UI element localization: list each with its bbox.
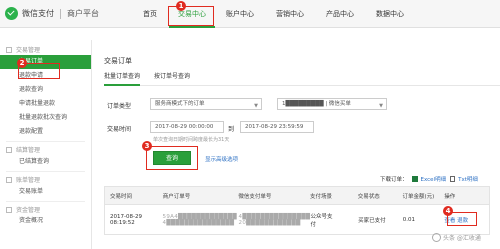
trade-manage-icon [6,46,12,53]
sidebar-divider [6,141,85,142]
download-excel-link[interactable]: Excel明细 [421,175,447,183]
sidebar-group-bill: 账单管理 [0,174,91,185]
nav-account-center[interactable]: 账户中心 [215,0,265,28]
merchant-value: 1█████████ | 微信买单 [282,101,351,107]
cell-wechat-order-no: 4███████████████ 20████████████ [234,205,310,234]
cell-merchant-order-no: 59A4█████████████ 4███████████████ [158,205,237,234]
page-title: 交易订单 [104,57,132,65]
watermark-text: 头条 @汇收通 [443,235,481,242]
brand-separator [60,8,61,19]
toutiao-icon [432,233,441,242]
step-badge-1: 1 [176,1,186,11]
cell-amount: 0.01 [402,216,416,223]
sidebar-item-refund-query[interactable]: 退款查询 [0,83,91,97]
table-row[interactable]: 2017-08-29 08:19:52 59A4█████████████ 4█… [104,205,490,235]
txt-icon [450,176,456,182]
col-header: 微信支付单号 [238,193,272,200]
col-header: 支付场景 [309,193,332,200]
sidebar-item-batch-refund[interactable]: 申请批量退款 [0,97,91,111]
trade-clock: 08:19:52 [110,219,135,226]
order-no-line: 4███████████████ [162,219,235,226]
chevron-down-icon: ▼ [379,103,383,109]
sidebar-item-trade-bill[interactable]: 交易账单 [0,185,91,199]
col-header: 订单金额(元) [402,193,435,200]
sidebar-group-label: 资金管理 [16,207,41,214]
time-range-hint: 单次查询日期时间跨度最长为31天 [153,137,230,143]
nav-marketing-center[interactable]: 营销中心 [265,0,315,28]
merchant-select[interactable]: 1█████████ | 微信买单 ▼ [277,98,387,110]
sidebar-group-settlement: 结算管理 [0,144,91,155]
funds-icon [6,206,12,213]
brand-logo[interactable]: 微信支付 商户平台 [5,7,99,20]
advanced-options-link[interactable]: 显示高级选项 [205,155,238,163]
sidebar-group-label: 账单管理 [16,177,41,184]
sidebar-item-refund-config[interactable]: 退款配置 [0,125,91,139]
settlement-icon [6,146,12,153]
wx-no-line: 20████████████ [238,219,301,226]
order-type-value: 服务商模式下的订单 [155,101,205,107]
highlight-box-query [146,146,198,170]
sidebar-item-batch-refund-query[interactable]: 批量退款批次查询 [0,111,91,125]
col-header: 交易状态 [357,193,380,200]
col-header: 交易时间 [110,193,133,200]
brand-name: 微信支付 [22,9,54,18]
chevron-down-icon: ▼ [254,103,258,109]
sidebar-group-trade: 交易管理 [0,44,91,55]
sidebar-divider [6,171,85,172]
step-badge-3: 3 [142,141,152,151]
col-header: 操作 [444,193,456,200]
watermark: 头条 @汇收通 [432,233,481,242]
table-header: 交易时间 商户订单号 微信支付单号 支付场景 交易状态 订单金额(元) 操作 [104,186,490,205]
order-type-select[interactable]: 服务商模式下的订单 ▼ [150,98,262,110]
bill-icon [6,176,12,183]
start-time-input[interactable]: 2017-08-29 00:00:00 [150,121,224,133]
tab-batch-query[interactable]: 批量订单查询 [104,68,141,86]
start-time-value: 2017-08-29 00:00:00 [155,124,214,130]
end-time-value: 2017-08-29 23:59:59 [245,124,304,130]
highlight-box-trade-center [168,6,214,26]
nav-product-center[interactable]: 产品中心 [315,0,365,28]
cell-trade-status: 买家已支付 [358,217,386,224]
cell-pay-scene: 公众号支 付 [306,205,354,234]
sidebar-group-funds: 资金管理 [0,204,91,215]
step-badge-4: 4 [443,206,453,216]
tab-order-no-query[interactable]: 按订单号查询 [154,68,190,86]
download-txt-link[interactable]: Txt明细 [458,175,478,183]
end-time-input[interactable]: 2017-08-29 23:59:59 [240,121,314,133]
brand-subtitle: 商户平台 [67,9,99,18]
nav-data-center[interactable]: 数据中心 [365,0,415,28]
time-range-to: 到 [228,126,235,133]
sidebar-group-label: 交易管理 [16,47,41,54]
trade-time-label: 交易时间 [107,126,132,133]
sidebar-group-label: 结算管理 [16,147,41,154]
step-badge-2: 2 [17,58,27,68]
wechat-pay-icon [5,7,18,20]
download-row: 下载订单： Excel明细 Txt明细 [380,175,478,183]
download-label: 下载订单： [380,177,408,183]
excel-icon [411,176,418,182]
scene-line: 付 [310,221,317,228]
sidebar-item-settled-query[interactable]: 已结算查询 [0,155,91,169]
query-tabs: 批量订单查询 按订单号查询 [104,68,500,86]
sidebar-item-funds-overview[interactable]: 资金概况 [0,215,91,227]
scene-line: 公众号支 [310,213,333,220]
top-bar: 微信支付 商户平台 首页 交易中心 账户中心 营销中心 产品中心 数据中心 [0,0,500,28]
orders-table: 交易时间 商户订单号 微信支付单号 支付场景 交易状态 订单金额(元) 操作 2… [104,186,490,235]
sidebar-divider [6,201,85,202]
order-type-label: 订单类型 [107,103,132,110]
cell-trade-time: 2017-08-29 08:19:52 [105,205,158,234]
col-header: 商户订单号 [162,193,191,200]
nav-home[interactable]: 首页 [131,0,169,28]
